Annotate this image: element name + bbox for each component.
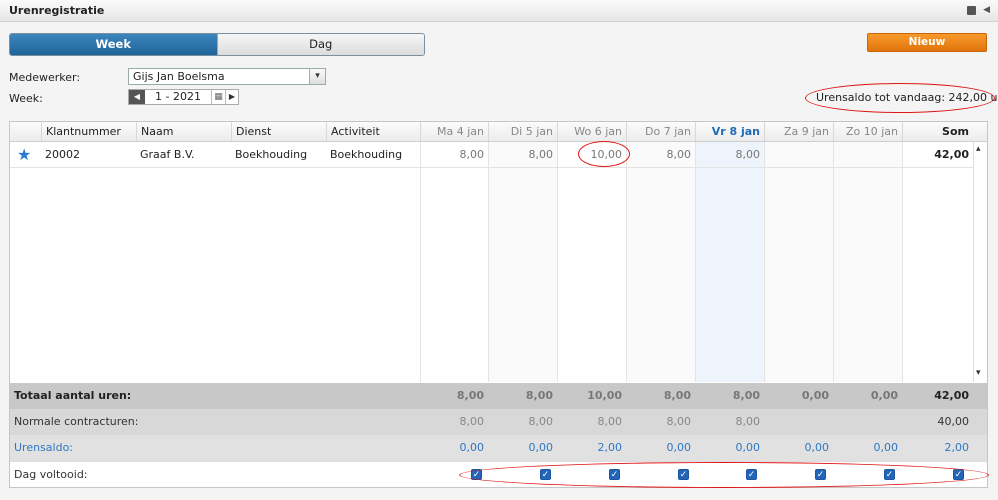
cell-klantnummer: 20002	[45, 148, 80, 161]
cell-hours[interactable]	[764, 142, 833, 167]
header-activiteit[interactable]: Activiteit	[326, 122, 420, 141]
normaal-day: 8,00	[735, 415, 761, 428]
prev-week-icon[interactable]: ◀	[129, 90, 145, 104]
normaal-day	[764, 409, 833, 435]
table-header: Klantnummer Naam Dienst Activiteit Ma 4 …	[10, 122, 987, 142]
day-completed-checkbox[interactable]: ✓	[540, 469, 551, 480]
week-picker: ◀ 1 - 2021 ▦ ▶	[128, 89, 239, 105]
cell-hours[interactable]: 8,00	[420, 142, 488, 167]
view-toggle: Week Dag	[9, 33, 425, 56]
voltooid-label: Dag voltooid:	[14, 468, 88, 481]
cell-hours[interactable]: 10,00	[557, 142, 626, 167]
table-row[interactable]: ★ 20002 Graaf B.V. Boekhouding Boekhoudi…	[10, 142, 987, 168]
chevron-up-icon[interactable]: ▴	[976, 144, 981, 154]
saldo-day: 2,00	[597, 441, 623, 454]
header-day-today[interactable]: Vr 8 jan	[695, 122, 764, 141]
header-som[interactable]: Som	[902, 122, 973, 141]
medewerker-select[interactable]: Gijs Jan Boelsma ▾	[128, 68, 326, 85]
chevron-down-icon[interactable]: ▾	[976, 368, 981, 378]
header-klantnummer[interactable]: Klantnummer	[41, 122, 136, 141]
totaal-day: 8,00	[732, 389, 760, 402]
header-dienst[interactable]: Dienst	[231, 122, 326, 141]
saldo-day: 0,00	[735, 441, 761, 454]
normaal-som: 40,00	[937, 415, 970, 428]
header-day[interactable]: Ma 4 jan	[420, 122, 488, 141]
day-completed-checkbox[interactable]: ✓	[471, 469, 482, 480]
totaal-som: 42,00	[934, 389, 969, 402]
week-value[interactable]: 1 - 2021	[145, 90, 211, 104]
cell-activiteit: Boekhouding	[330, 148, 403, 161]
new-button[interactable]: Nieuw	[867, 33, 987, 52]
col-band	[902, 142, 973, 382]
tab-week[interactable]: Week	[10, 34, 217, 55]
day-completed-checkbox[interactable]: ✓	[609, 469, 620, 480]
col-band	[695, 142, 764, 382]
col-band	[833, 142, 902, 382]
totaal-day: 8,00	[663, 389, 691, 402]
window-titlebar: Urenregistratie ◀	[0, 0, 998, 22]
medewerker-value: Gijs Jan Boelsma	[133, 70, 225, 83]
scrollbar[interactable]: ▴ ▾	[973, 142, 987, 382]
normaal-label: Normale contracturen:	[14, 415, 139, 428]
week-completed-checkbox[interactable]: ✓	[953, 469, 964, 480]
next-week-icon[interactable]: ▶	[225, 90, 238, 104]
day-completed-checkbox[interactable]: ✓	[884, 469, 895, 480]
saldo-day: 0,00	[666, 441, 692, 454]
tab-dag[interactable]: Dag	[216, 34, 424, 55]
saldo-total-text: Urensaldo tot vandaag: 242,00 u	[816, 91, 998, 104]
cell-dienst: Boekhouding	[235, 148, 308, 161]
day-completed-checkbox[interactable]: ✓	[678, 469, 689, 480]
cell-som: 42,00	[934, 148, 969, 161]
col-band	[626, 142, 695, 382]
medewerker-label: Medewerker:	[9, 71, 81, 84]
totaal-day: 8,00	[525, 389, 553, 402]
contract-row: Normale contracturen: 8,00 8,00 8,00 8,0…	[10, 409, 987, 435]
star-icon[interactable]: ★	[13, 142, 41, 167]
cell-hours[interactable]: 8,00	[626, 142, 695, 167]
normaal-day: 8,00	[528, 415, 554, 428]
totaal-day: 0,00	[801, 389, 829, 402]
completed-row: Dag voltooid: ✓ ✓ ✓ ✓ ✓ ✓ ✓ ✓	[10, 461, 987, 487]
saldo-day: 0,00	[528, 441, 554, 454]
triangle-left-icon[interactable]: ◀	[983, 5, 990, 15]
normaal-day	[833, 409, 902, 435]
chevron-down-icon[interactable]: ▾	[309, 69, 325, 84]
cell-hours[interactable]: 8,00	[695, 142, 764, 167]
cell-naam: Graaf B.V.	[140, 148, 195, 161]
col-band	[764, 142, 833, 382]
cell-hours[interactable]: 8,00	[488, 142, 557, 167]
hours-grid: Klantnummer Naam Dienst Activiteit Ma 4 …	[9, 121, 988, 488]
saldo-day: 0,00	[873, 441, 899, 454]
col-band	[557, 142, 626, 382]
header-day[interactable]: Wo 6 jan	[557, 122, 626, 141]
saldo-day: 0,00	[804, 441, 830, 454]
square-icon[interactable]	[967, 6, 976, 15]
totaal-day: 10,00	[587, 389, 622, 402]
header-day[interactable]: Zo 10 jan	[833, 122, 902, 141]
week-label: Week:	[9, 92, 43, 105]
totals-row: Totaal aantal uren: 8,00 8,00 10,00 8,00…	[10, 383, 987, 409]
header-naam[interactable]: Naam	[136, 122, 231, 141]
day-completed-checkbox[interactable]: ✓	[746, 469, 757, 480]
saldo-label: Urensaldo:	[14, 441, 74, 454]
day-completed-checkbox[interactable]: ✓	[815, 469, 826, 480]
normaal-day: 8,00	[597, 415, 623, 428]
totaal-day: 8,00	[456, 389, 484, 402]
saldo-day: 0,00	[459, 441, 485, 454]
cell-hours[interactable]	[833, 142, 902, 167]
col-band	[488, 142, 557, 382]
normaal-day: 8,00	[666, 415, 692, 428]
calendar-icon[interactable]: ▦	[211, 90, 225, 104]
normaal-day: 8,00	[459, 415, 485, 428]
header-fav	[10, 122, 41, 141]
totaal-label: Totaal aantal uren:	[14, 389, 132, 402]
header-day[interactable]: Do 7 jan	[626, 122, 695, 141]
saldo-row: Urensaldo: 0,00 0,00 2,00 0,00 0,00 0,00…	[10, 435, 987, 461]
window-title: Urenregistratie	[9, 4, 105, 17]
header-day[interactable]: Za 9 jan	[764, 122, 833, 141]
col-band	[420, 142, 488, 382]
header-day[interactable]: Di 5 jan	[488, 122, 557, 141]
totaal-day: 0,00	[870, 389, 898, 402]
saldo-som: 2,00	[944, 441, 970, 454]
